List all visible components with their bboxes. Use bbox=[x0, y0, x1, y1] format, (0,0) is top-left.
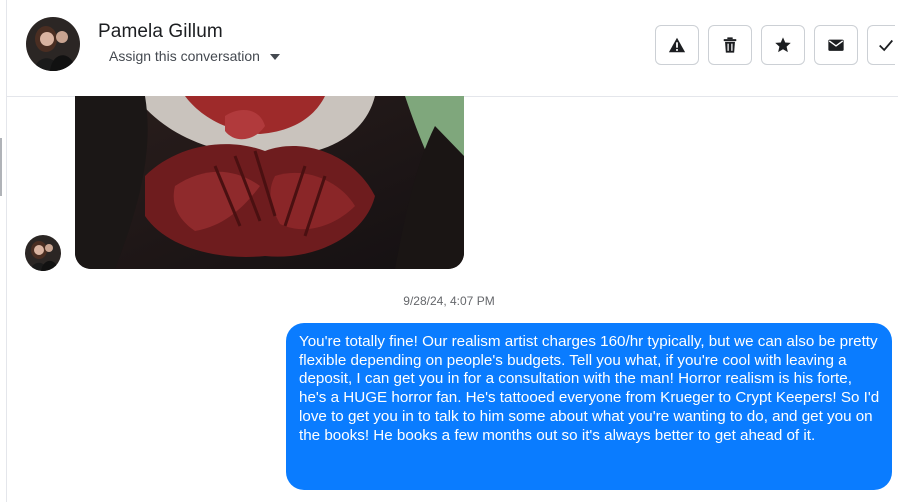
sender-avatar[interactable] bbox=[25, 235, 61, 271]
avatar-photo-icon bbox=[26, 17, 80, 71]
trash-icon bbox=[723, 37, 737, 53]
envelope-icon bbox=[828, 39, 844, 51]
outgoing-message-bubble[interactable]: You're totally fine! Our realism artist … bbox=[286, 323, 892, 490]
done-button[interactable] bbox=[867, 25, 895, 65]
conversation-header: Pamela Gillum Assign this conversation bbox=[7, 0, 898, 97]
message-timestamp: 9/28/24, 4:07 PM bbox=[403, 294, 495, 308]
assign-conversation-dropdown[interactable]: Assign this conversation bbox=[109, 48, 280, 64]
photo-attachment-icon bbox=[75, 96, 464, 269]
conversation-actions bbox=[655, 25, 895, 65]
contact-name: Pamela Gillum bbox=[98, 21, 223, 42]
warning-icon bbox=[668, 37, 686, 53]
check-icon bbox=[879, 39, 893, 52]
scrollbar-thumb[interactable] bbox=[0, 138, 2, 196]
left-panel-edge bbox=[0, 0, 7, 502]
mark-unread-button[interactable] bbox=[814, 25, 858, 65]
avatar-photo-icon bbox=[25, 235, 61, 271]
follow-up-button[interactable] bbox=[761, 25, 805, 65]
assign-label: Assign this conversation bbox=[109, 48, 260, 64]
contact-avatar[interactable] bbox=[26, 17, 80, 71]
caret-down-icon bbox=[269, 53, 280, 60]
delete-button[interactable] bbox=[708, 25, 752, 65]
image-attachment[interactable] bbox=[75, 96, 464, 269]
star-icon bbox=[775, 37, 791, 53]
spam-button[interactable] bbox=[655, 25, 699, 65]
